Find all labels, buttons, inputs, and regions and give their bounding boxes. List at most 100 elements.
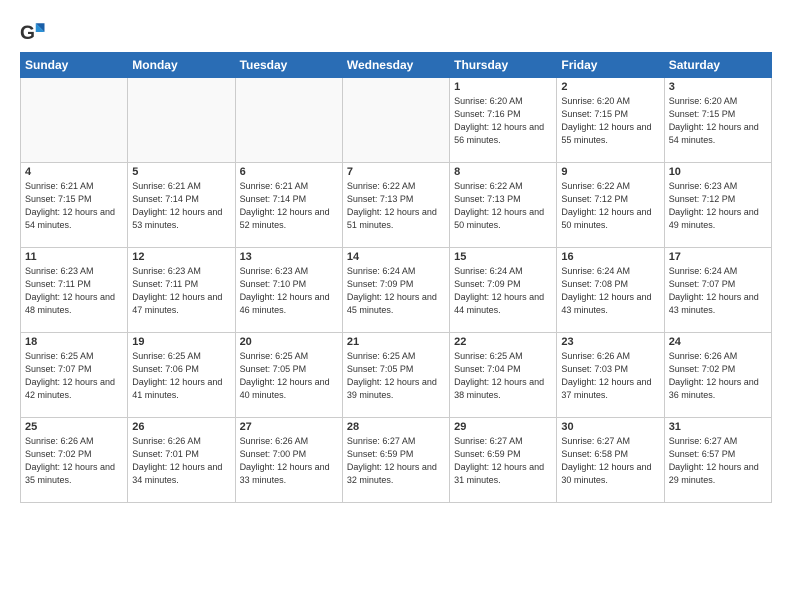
calendar-cell: 24Sunrise: 6:26 AMSunset: 7:02 PMDayligh… xyxy=(664,333,771,418)
day-info: Sunrise: 6:22 AMSunset: 7:12 PMDaylight:… xyxy=(561,180,659,232)
day-number: 18 xyxy=(25,336,123,348)
day-info: Sunrise: 6:25 AMSunset: 7:07 PMDaylight:… xyxy=(25,350,123,402)
day-number: 15 xyxy=(454,251,552,263)
day-number: 1 xyxy=(454,81,552,93)
day-number: 20 xyxy=(240,336,338,348)
day-info: Sunrise: 6:27 AMSunset: 6:59 PMDaylight:… xyxy=(347,435,445,487)
weekday-header-tuesday: Tuesday xyxy=(235,53,342,78)
day-number: 23 xyxy=(561,336,659,348)
day-info: Sunrise: 6:26 AMSunset: 7:01 PMDaylight:… xyxy=(132,435,230,487)
day-info: Sunrise: 6:24 AMSunset: 7:09 PMDaylight:… xyxy=(347,265,445,317)
day-info: Sunrise: 6:24 AMSunset: 7:08 PMDaylight:… xyxy=(561,265,659,317)
day-info: Sunrise: 6:23 AMSunset: 7:10 PMDaylight:… xyxy=(240,265,338,317)
day-number: 27 xyxy=(240,421,338,433)
day-info: Sunrise: 6:21 AMSunset: 7:15 PMDaylight:… xyxy=(25,180,123,232)
weekday-header-monday: Monday xyxy=(128,53,235,78)
day-number: 9 xyxy=(561,166,659,178)
day-info: Sunrise: 6:26 AMSunset: 7:02 PMDaylight:… xyxy=(669,350,767,402)
weekday-header-friday: Friday xyxy=(557,53,664,78)
day-number: 8 xyxy=(454,166,552,178)
calendar-cell: 1 Sunrise: 6:20 AMSunset: 7:16 PMDaylight… xyxy=(450,78,557,163)
week-row-5: 25 Sunrise: 6:26 AMSunset: 7:02 PMDayligh… xyxy=(21,418,772,503)
calendar-cell: 15 Sunrise: 6:24 AMSunset: 7:09 PMDayligh… xyxy=(450,248,557,333)
calendar-cell: 13 Sunrise: 6:23 AMSunset: 7:10 PMDayligh… xyxy=(235,248,342,333)
calendar-cell: 14 Sunrise: 6:24 AMSunset: 7:09 PMDayligh… xyxy=(342,248,449,333)
calendar-cell: 31 Sunrise: 6:27 AMSunset: 6:57 PMDayligh… xyxy=(664,418,771,503)
day-info: Sunrise: 6:22 AMSunset: 7:13 PMDaylight:… xyxy=(347,180,445,232)
calendar-cell: 10Sunrise: 6:23 AMSunset: 7:12 PMDayligh… xyxy=(664,163,771,248)
calendar-cell: 26 Sunrise: 6:26 AMSunset: 7:01 PMDayligh… xyxy=(128,418,235,503)
day-number: 11 xyxy=(25,251,123,263)
day-number: 29 xyxy=(454,421,552,433)
day-info: Sunrise: 6:26 AMSunset: 7:03 PMDaylight:… xyxy=(561,350,659,402)
day-number: 3 xyxy=(669,81,767,93)
day-info: Sunrise: 6:21 AMSunset: 7:14 PMDaylight:… xyxy=(240,180,338,232)
calendar-cell: 17 Sunrise: 6:24 AMSunset: 7:07 PMDayligh… xyxy=(664,248,771,333)
day-info: Sunrise: 6:27 AMSunset: 6:59 PMDaylight:… xyxy=(454,435,552,487)
day-number: 25 xyxy=(25,421,123,433)
day-info: Sunrise: 6:27 AMSunset: 6:57 PMDaylight:… xyxy=(669,435,767,487)
week-row-2: 4 Sunrise: 6:21 AMSunset: 7:15 PMDaylight… xyxy=(21,163,772,248)
day-number: 16 xyxy=(561,251,659,263)
day-info: Sunrise: 6:25 AMSunset: 7:04 PMDaylight:… xyxy=(454,350,552,402)
day-number: 31 xyxy=(669,421,767,433)
calendar-cell: 22 Sunrise: 6:25 AMSunset: 7:04 PMDayligh… xyxy=(450,333,557,418)
day-info: Sunrise: 6:22 AMSunset: 7:13 PMDaylight:… xyxy=(454,180,552,232)
weekday-header-thursday: Thursday xyxy=(450,53,557,78)
day-number: 4 xyxy=(25,166,123,178)
day-number: 6 xyxy=(240,166,338,178)
day-number: 28 xyxy=(347,421,445,433)
week-row-4: 18 Sunrise: 6:25 AMSunset: 7:07 PMDayligh… xyxy=(21,333,772,418)
calendar-cell xyxy=(342,78,449,163)
calendar-cell: 9 Sunrise: 6:22 AMSunset: 7:12 PMDaylight… xyxy=(557,163,664,248)
calendar-cell: 27 Sunrise: 6:26 AMSunset: 7:00 PMDayligh… xyxy=(235,418,342,503)
day-number: 13 xyxy=(240,251,338,263)
svg-text:G: G xyxy=(20,23,35,44)
day-number: 2 xyxy=(561,81,659,93)
day-info: Sunrise: 6:23 AMSunset: 7:11 PMDaylight:… xyxy=(25,265,123,317)
day-info: Sunrise: 6:23 AMSunset: 7:12 PMDaylight:… xyxy=(669,180,767,232)
weekday-header-sunday: Sunday xyxy=(21,53,128,78)
calendar-cell: 2Sunrise: 6:20 AMSunset: 7:15 PMDaylight… xyxy=(557,78,664,163)
calendar-cell: 5Sunrise: 6:21 AMSunset: 7:14 PMDaylight… xyxy=(128,163,235,248)
day-number: 26 xyxy=(132,421,230,433)
calendar-cell: 16 Sunrise: 6:24 AMSunset: 7:08 PMDayligh… xyxy=(557,248,664,333)
day-info: Sunrise: 6:23 AMSunset: 7:11 PMDaylight:… xyxy=(132,265,230,317)
weekday-header-wednesday: Wednesday xyxy=(342,53,449,78)
calendar-cell: 7 Sunrise: 6:22 AMSunset: 7:13 PMDaylight… xyxy=(342,163,449,248)
calendar-cell: 6 Sunrise: 6:21 AMSunset: 7:14 PMDaylight… xyxy=(235,163,342,248)
weekday-header-row: SundayMondayTuesdayWednesdayThursdayFrid… xyxy=(21,53,772,78)
calendar-cell: 4 Sunrise: 6:21 AMSunset: 7:15 PMDaylight… xyxy=(21,163,128,248)
calendar-cell: 3 Sunrise: 6:20 AMSunset: 7:15 PMDaylight… xyxy=(664,78,771,163)
day-info: Sunrise: 6:25 AMSunset: 7:06 PMDaylight:… xyxy=(132,350,230,402)
calendar-cell: 25 Sunrise: 6:26 AMSunset: 7:02 PMDayligh… xyxy=(21,418,128,503)
calendar-table: SundayMondayTuesdayWednesdayThursdayFrid… xyxy=(20,52,772,503)
day-info: Sunrise: 6:24 AMSunset: 7:07 PMDaylight:… xyxy=(669,265,767,317)
day-number: 5 xyxy=(132,166,230,178)
day-number: 7 xyxy=(347,166,445,178)
day-info: Sunrise: 6:25 AMSunset: 7:05 PMDaylight:… xyxy=(347,350,445,402)
day-number: 22 xyxy=(454,336,552,348)
calendar-cell: 29 Sunrise: 6:27 AMSunset: 6:59 PMDayligh… xyxy=(450,418,557,503)
day-number: 12 xyxy=(132,251,230,263)
weekday-header-saturday: Saturday xyxy=(664,53,771,78)
day-info: Sunrise: 6:24 AMSunset: 7:09 PMDaylight:… xyxy=(454,265,552,317)
day-info: Sunrise: 6:25 AMSunset: 7:05 PMDaylight:… xyxy=(240,350,338,402)
day-info: Sunrise: 6:26 AMSunset: 7:00 PMDaylight:… xyxy=(240,435,338,487)
day-info: Sunrise: 6:20 AMSunset: 7:16 PMDaylight:… xyxy=(454,95,552,147)
page: G SundayMondayTuesdayWednesdayThursdayFr… xyxy=(0,0,792,513)
calendar-cell xyxy=(128,78,235,163)
day-number: 21 xyxy=(347,336,445,348)
calendar-cell: 11 Sunrise: 6:23 AMSunset: 7:11 PMDayligh… xyxy=(21,248,128,333)
day-info: Sunrise: 6:20 AMSunset: 7:15 PMDaylight:… xyxy=(669,95,767,147)
week-row-3: 11 Sunrise: 6:23 AMSunset: 7:11 PMDayligh… xyxy=(21,248,772,333)
logo: G xyxy=(20,18,52,46)
day-info: Sunrise: 6:27 AMSunset: 6:58 PMDaylight:… xyxy=(561,435,659,487)
day-number: 17 xyxy=(669,251,767,263)
calendar-cell: 8 Sunrise: 6:22 AMSunset: 7:13 PMDaylight… xyxy=(450,163,557,248)
calendar-cell: 21 Sunrise: 6:25 AMSunset: 7:05 PMDayligh… xyxy=(342,333,449,418)
day-info: Sunrise: 6:26 AMSunset: 7:02 PMDaylight:… xyxy=(25,435,123,487)
day-number: 30 xyxy=(561,421,659,433)
day-number: 14 xyxy=(347,251,445,263)
day-number: 19 xyxy=(132,336,230,348)
